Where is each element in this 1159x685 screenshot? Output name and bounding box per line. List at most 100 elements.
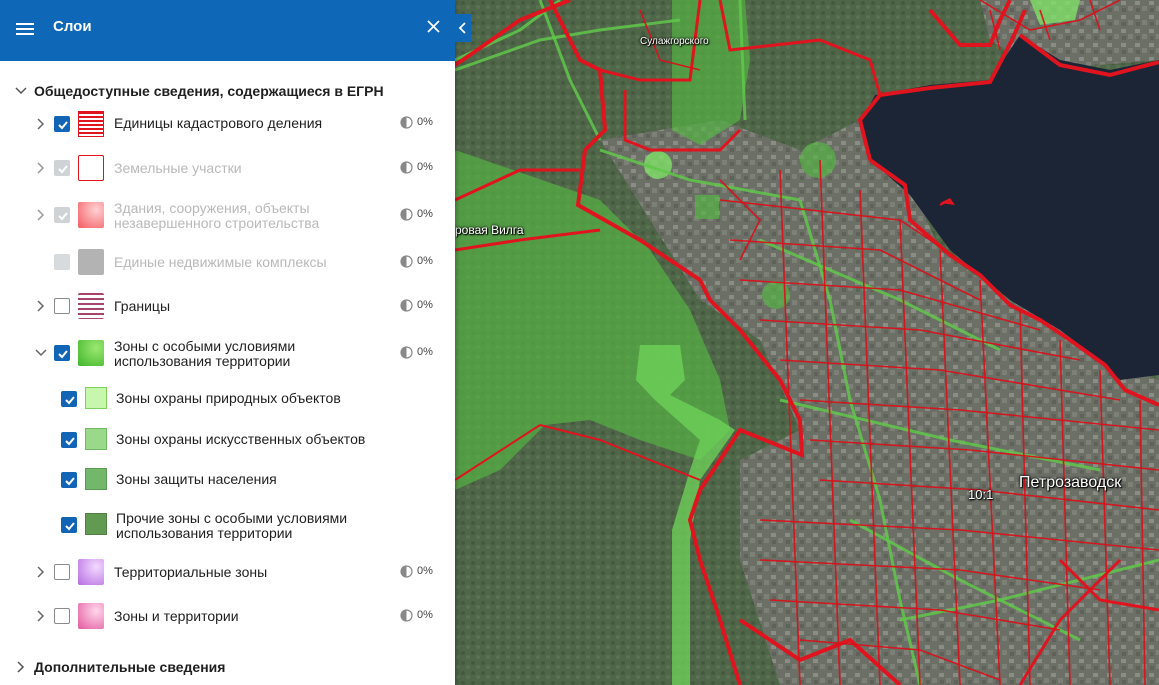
layer-swatch [78, 559, 104, 585]
opacity-value: 0% [417, 161, 433, 173]
layer-row-boundaries[interactable]: Границы 0% [0, 292, 455, 320]
panel-title: Слои [53, 18, 92, 35]
layer-swatch [78, 202, 104, 228]
sublayer-swatch [85, 428, 107, 450]
chevron-right-icon[interactable] [34, 117, 48, 131]
layer-label: Единицы кадастрового деления [114, 115, 323, 131]
layer-swatch [78, 249, 104, 275]
opacity-control[interactable]: 0% [400, 299, 440, 313]
sublayer-checkbox[interactable] [61, 517, 77, 533]
sublayer-row-population[interactable]: Зоны защиты населения [0, 467, 455, 493]
opacity-icon [400, 208, 413, 221]
layers-panel: Слои Общедоступные сведения, содержащиес… [0, 0, 455, 685]
sublayer-checkbox[interactable] [61, 472, 77, 488]
layer-label: Территориальные зоны [114, 564, 268, 580]
zone-circle [800, 142, 836, 178]
chevron-right-icon[interactable] [34, 208, 48, 222]
chevron-right-icon[interactable] [14, 660, 28, 674]
sublayer-label-line: Прочие зоны с особыми условиями [116, 510, 348, 526]
opacity-value: 0% [417, 299, 433, 311]
layer-swatch [78, 340, 104, 366]
layer-swatch [78, 155, 104, 181]
sublayer-swatch [85, 468, 107, 490]
layer-swatch [78, 603, 104, 629]
opacity-icon [400, 346, 413, 359]
menu-icon[interactable] [16, 20, 36, 38]
layer-swatch [78, 293, 104, 319]
layer-checkbox[interactable] [54, 564, 70, 580]
close-icon[interactable] [424, 16, 444, 36]
sublayer-row-natural[interactable]: Зоны охраны природных объектов [0, 386, 455, 412]
opacity-value: 0% [417, 208, 433, 220]
opacity-control[interactable]: 0% [400, 346, 440, 360]
layer-label: Здания, сооружения, объекты незавершенно… [114, 201, 319, 231]
map-label-vilga: ровая Вилга [455, 223, 524, 237]
panel-header: Слои [0, 0, 455, 61]
opacity-icon [400, 565, 413, 578]
layer-row-territorial-zones[interactable]: Территориальные зоны 0% [0, 558, 455, 586]
opacity-value: 0% [417, 565, 433, 577]
layer-label: Границы [114, 298, 170, 314]
sublayer-label: Прочие зоны с особыми условиями использо… [116, 511, 347, 541]
opacity-icon [400, 255, 413, 268]
layer-checkbox[interactable] [54, 345, 70, 361]
opacity-control[interactable]: 0% [400, 116, 440, 130]
opacity-value: 0% [417, 346, 433, 358]
sublayer-label: Зоны охраны искусственных объектов [116, 431, 366, 447]
opacity-icon [400, 161, 413, 174]
map-zoom-hint: 10:1 [968, 487, 994, 502]
layer-checkbox[interactable] [54, 160, 70, 176]
layer-checkbox[interactable] [54, 298, 70, 314]
sublayer-row-other[interactable]: Прочие зоны с особыми условиями использо… [0, 509, 455, 541]
section-additional[interactable]: Дополнительные сведения [0, 656, 455, 678]
chevron-right-icon[interactable] [34, 299, 48, 313]
layer-row-zones-territories[interactable]: Зоны и территории 0% [0, 602, 455, 630]
layer-checkbox[interactable] [54, 254, 70, 270]
chevron-right-icon[interactable] [34, 161, 48, 175]
opacity-icon [400, 116, 413, 129]
sublayer-swatch [85, 387, 107, 409]
map-label-petrozavodsk: Петрозаводск [1019, 474, 1122, 491]
section-title: Дополнительные сведения [34, 659, 226, 675]
layer-swatch [78, 111, 104, 137]
layer-label: Зоны и территории [114, 608, 239, 624]
layer-row-buildings[interactable]: Здания, сооружения, объекты незавершенно… [0, 200, 455, 232]
chevron-right-icon[interactable] [34, 609, 48, 623]
opacity-control[interactable]: 0% [400, 609, 440, 623]
zone-square [695, 195, 719, 219]
chevron-down-icon[interactable] [34, 346, 48, 360]
collapse-panel-button[interactable] [455, 14, 471, 42]
sublayer-row-artificial[interactable]: Зоны охраны искусственных объектов [0, 427, 455, 453]
layer-label: Земельные участки [114, 160, 242, 176]
sublayer-checkbox[interactable] [61, 432, 77, 448]
chevron-down-icon[interactable] [14, 84, 28, 98]
layer-checkbox[interactable] [54, 608, 70, 624]
layer-row-special-zones[interactable]: Зоны с особыми условиями использования т… [0, 338, 455, 370]
layer-checkbox[interactable] [54, 116, 70, 132]
section-egrn[interactable]: Общедоступные сведения, содержащиеся в Е… [0, 80, 455, 102]
sublayer-label: Зоны охраны природных объектов [116, 390, 341, 406]
layer-label-line: Здания, сооружения, объекты [114, 200, 310, 216]
chevron-right-icon[interactable] [34, 565, 48, 579]
layer-label: Зоны с особыми условиями использования т… [114, 339, 295, 369]
opacity-control[interactable]: 0% [400, 565, 440, 579]
opacity-control[interactable]: 0% [400, 208, 440, 222]
opacity-control[interactable]: 0% [400, 161, 440, 175]
opacity-control[interactable]: 0% [400, 255, 440, 269]
opacity-value: 0% [417, 116, 433, 128]
layer-label-line: использования территории [114, 353, 291, 369]
section-title: Общедоступные сведения, содержащиеся в Е… [34, 83, 384, 99]
layer-row-cadastral-units[interactable]: Единицы кадастрового деления 0% [0, 110, 455, 138]
layer-label-line: Зоны с особыми условиями [114, 338, 296, 354]
opacity-value: 0% [417, 609, 433, 621]
sublayer-swatch [85, 513, 107, 535]
layer-checkbox[interactable] [54, 207, 70, 223]
opacity-value: 0% [417, 255, 433, 267]
opacity-icon [400, 299, 413, 312]
sublayer-label-line: использования территории [116, 525, 293, 541]
layer-row-land-plots[interactable]: Земельные участки 0% [0, 154, 455, 182]
map-label-sulazhgorskogo: Сулажгорского [640, 36, 709, 47]
sublayer-checkbox[interactable] [61, 391, 77, 407]
layer-label-line: незавершенного строительства [114, 215, 320, 231]
layer-row-complexes[interactable]: Единые недвижимые комплексы 0% [0, 248, 455, 276]
